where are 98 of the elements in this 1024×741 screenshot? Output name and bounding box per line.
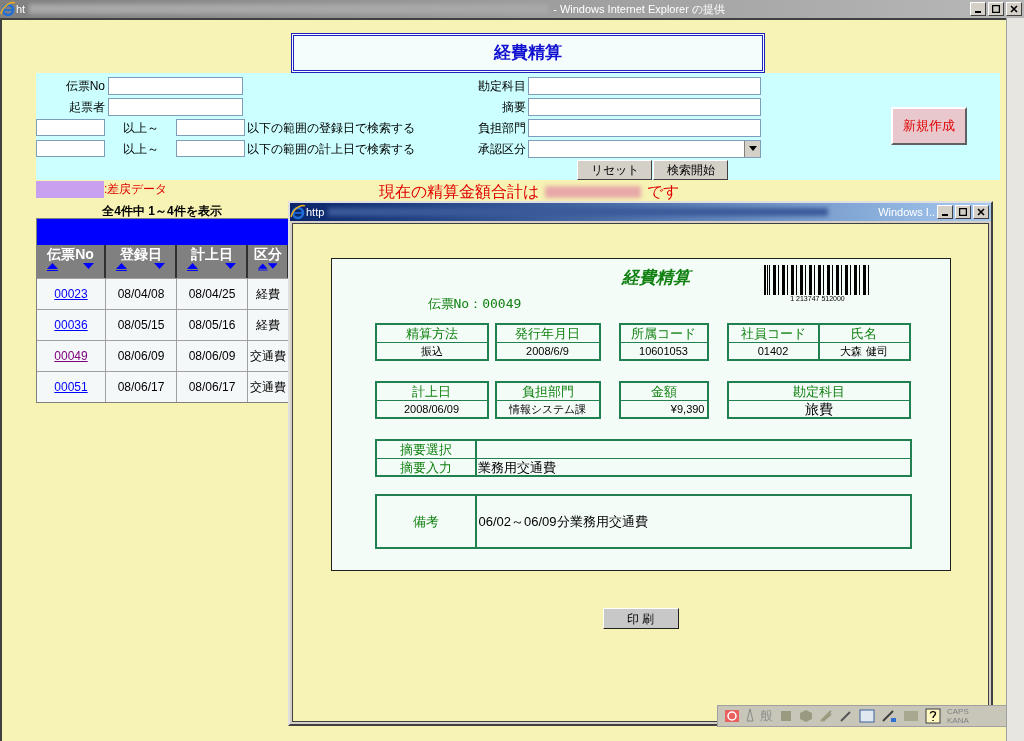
sort-descending-icon[interactable] — [154, 263, 165, 271]
column-title: 登録日 — [119, 246, 162, 263]
range-label: 以下の範囲の登録日で検索する — [247, 119, 415, 137]
minimize-icon[interactable] — [937, 205, 953, 219]
table-cell: 08/05/15 — [106, 310, 177, 340]
slip-number: 伝票No：00049 — [427, 294, 523, 313]
form-field-value: 情報システム課 — [508, 402, 587, 417]
table-cell: 08/06/09 — [177, 341, 248, 371]
form-field-label: 氏名 — [819, 325, 909, 343]
form-field-label: 勘定科目 — [728, 383, 909, 401]
returned-data-swatch — [36, 180, 104, 198]
dropdown-caret-icon — [748, 146, 757, 151]
table-cell: 08/06/17 — [106, 372, 177, 402]
window-title: ht — [16, 1, 26, 17]
field-label: 起票者 — [68, 98, 105, 116]
table-cell: 08/04/25 — [177, 279, 248, 309]
range-label: 以上～ — [121, 140, 160, 158]
form-title: 経費精算 — [621, 265, 762, 291]
field-label: 承認区分 — [477, 140, 526, 158]
form-field-value: 10601053 — [638, 344, 689, 359]
input-field[interactable] — [528, 97, 761, 116]
sort-descending-icon[interactable] — [267, 263, 277, 271]
summary-value: 業務用交通費 — [476, 459, 556, 475]
barcode-bars-icon — [763, 265, 872, 295]
pen-icon[interactable] — [746, 709, 754, 723]
total-label: です — [647, 182, 680, 202]
result-count: 全4件中 1～4件を表示 — [102, 204, 222, 218]
popup-title: http — [306, 204, 325, 220]
hexagon-icon[interactable] — [799, 709, 813, 723]
slip-link[interactable]: 00051 — [54, 378, 88, 396]
range-label: 以上～ — [121, 119, 160, 137]
form-field-value: 2008/06/09 — [402, 402, 461, 417]
sort-ascending-icon[interactable] — [47, 263, 58, 271]
slip-link[interactable]: 00036 — [54, 316, 88, 334]
maximize-icon[interactable] — [955, 205, 971, 219]
remarks-value: 06/02～06/09分業務用交通費 — [478, 512, 648, 531]
browser-logo-icon — [290, 204, 306, 220]
remarks-label: 備考 — [412, 512, 439, 531]
column-title: 区分 — [253, 246, 282, 263]
form-field-label: 所属コード — [620, 325, 707, 343]
summary-label: 摘要選択 — [376, 441, 477, 458]
kana-indicator: KANA — [947, 716, 969, 725]
dropdown-field[interactable] — [528, 139, 761, 158]
minimize-icon[interactable] — [970, 2, 986, 16]
legend-text: :差戻データ — [104, 181, 168, 198]
total-label: 現在の精算金額合計は — [379, 182, 540, 202]
table-cell: 08/06/09 — [106, 341, 177, 371]
maximize-icon[interactable] — [988, 2, 1004, 16]
input-field[interactable] — [108, 76, 243, 95]
input-field[interactable] — [36, 140, 105, 157]
input-field[interactable] — [108, 97, 243, 116]
summary-label: 摘要入力 — [376, 459, 477, 475]
popup-title: Windows I.. — [878, 204, 935, 220]
form-field-value: 01402 — [756, 344, 790, 359]
field-label: 摘要 — [501, 98, 526, 116]
field-label: 勘定科目 — [477, 77, 526, 95]
caps-indicator: CAPS — [947, 707, 969, 716]
page-title: 経費精算 — [291, 33, 765, 73]
form-field-value: ¥9,390 — [669, 402, 706, 417]
form-field-label: 発行年月日 — [496, 325, 599, 343]
input-field[interactable] — [36, 119, 105, 136]
slip-link[interactable]: 00023 — [54, 285, 88, 303]
sort-ascending-icon[interactable] — [258, 263, 268, 271]
form-field-label: 負担部門 — [496, 383, 599, 401]
input-field[interactable] — [528, 118, 761, 137]
input-field[interactable] — [528, 76, 761, 95]
print-button[interactable]: 印 刷 — [602, 608, 679, 629]
form-field-label: 精算方法 — [376, 325, 487, 343]
search-action-button[interactable]: リセット — [577, 160, 652, 180]
form-field-label: 社員コード — [728, 325, 818, 343]
table-cell: 08/06/17 — [177, 372, 248, 402]
field-label: 伝票No — [64, 77, 105, 95]
field-label: 負担部門 — [477, 119, 526, 137]
form-field-value: 2008/6/9 — [525, 344, 570, 359]
slip-link[interactable]: 00049 — [54, 347, 88, 365]
input-field[interactable] — [176, 140, 245, 157]
sort-descending-icon[interactable] — [225, 263, 236, 271]
form-field-value: 旅費 — [803, 401, 834, 417]
form-field-label: 金額 — [620, 383, 707, 401]
form-field-value: 振込 — [419, 344, 444, 359]
browser-logo-icon — [0, 1, 16, 17]
column-title: 伝票No — [47, 246, 94, 263]
table-cell: 08/05/16 — [177, 310, 248, 340]
ime-logo-icon[interactable] — [724, 709, 740, 723]
sort-ascending-icon[interactable] — [187, 263, 198, 271]
window-title: - Windows Internet Explorer の提供 — [553, 1, 726, 17]
form-field-label: 計上日 — [376, 383, 487, 401]
form-field-value: 大森 健司 — [839, 344, 889, 359]
help-icon[interactable] — [925, 708, 941, 724]
input-field[interactable] — [176, 119, 245, 136]
column-title: 計上日 — [190, 246, 233, 263]
close-icon[interactable] — [1006, 2, 1022, 16]
table-cell: 08/04/08 — [106, 279, 177, 309]
range-label: 以下の範囲の計上日で検索する — [247, 140, 415, 158]
search-action-button[interactable]: 検索開始 — [653, 160, 728, 180]
sort-ascending-icon[interactable] — [116, 263, 127, 271]
sort-descending-icon[interactable] — [83, 263, 94, 271]
close-icon[interactable] — [973, 205, 989, 219]
